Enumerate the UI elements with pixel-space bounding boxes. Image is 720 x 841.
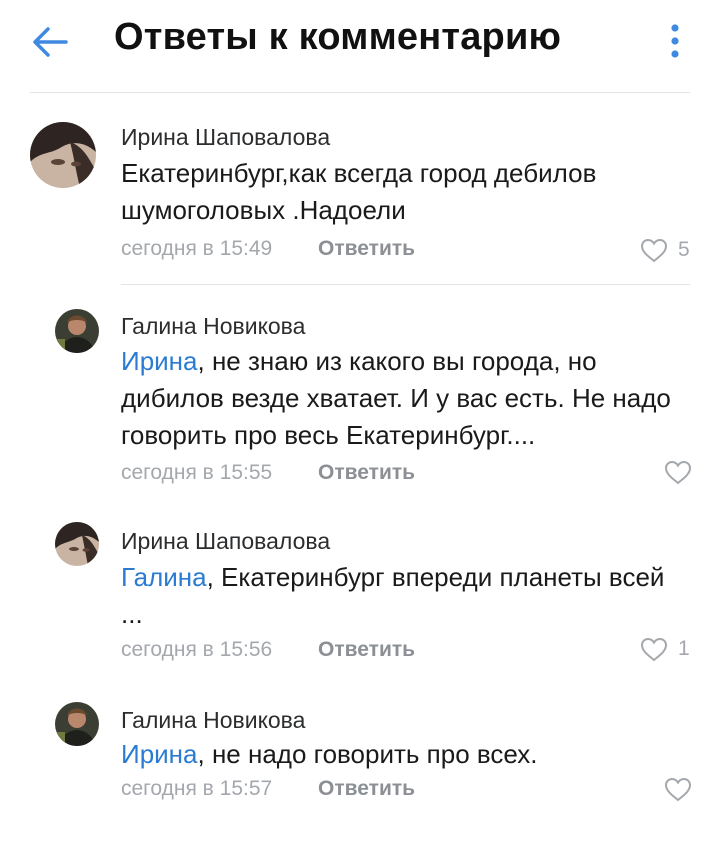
- comment-text: Екатеринбург,как всегда город дебилов шу…: [121, 155, 681, 229]
- avatar[interactable]: [30, 122, 96, 188]
- comment-body: Екатеринбург,как всегда город дебилов шу…: [121, 158, 597, 225]
- reply-button[interactable]: Ответить: [318, 777, 415, 801]
- comment-body: , не знаю из какого вы города, но дибило…: [121, 346, 671, 450]
- heart-icon: [664, 777, 692, 802]
- comment-text: Ирина, не надо говорить про всех.: [121, 736, 681, 773]
- like-button[interactable]: [664, 458, 720, 488]
- heart-icon: [664, 460, 692, 485]
- comment-author[interactable]: Галина Новикова: [121, 313, 305, 340]
- avatar[interactable]: [55, 309, 99, 353]
- mention-link[interactable]: Галина: [121, 562, 207, 592]
- reply-button[interactable]: Ответить: [318, 237, 415, 261]
- heart-icon: [640, 238, 668, 263]
- more-menu-button[interactable]: [664, 18, 686, 64]
- page-title: Ответы к комментарию: [114, 16, 562, 58]
- mention-link[interactable]: Ирина: [121, 739, 198, 769]
- like-count: 1: [678, 637, 690, 660]
- comment-author[interactable]: Ирина Шаповалова: [121, 528, 330, 555]
- avatar[interactable]: [55, 522, 99, 566]
- header-divider: [30, 92, 690, 93]
- comment-text: Ирина, не знаю из какого вы города, но д…: [121, 343, 681, 454]
- heart-icon: [640, 637, 668, 662]
- like-button[interactable]: [664, 775, 720, 805]
- like-button[interactable]: 5: [640, 236, 700, 266]
- comment-body: , не надо говорить про всех.: [197, 739, 538, 769]
- arrow-left-icon: [33, 27, 68, 57]
- comment-time: сегодня в 15:49: [121, 237, 273, 260]
- reply-button[interactable]: Ответить: [318, 461, 415, 485]
- comment-text: Галина, Екатеринбург впереди планеты все…: [121, 559, 681, 633]
- reply-button[interactable]: Ответить: [318, 638, 415, 662]
- comment-author[interactable]: Галина Новикова: [121, 707, 305, 734]
- comment-divider: [121, 284, 690, 285]
- comment-author[interactable]: Ирина Шаповалова: [121, 124, 330, 151]
- like-button[interactable]: 1: [640, 635, 700, 665]
- comment-time: сегодня в 15:56: [121, 638, 273, 661]
- kebab-menu-icon: [671, 24, 679, 58]
- back-button[interactable]: [28, 22, 72, 62]
- comment-time: сегодня в 15:57: [121, 777, 273, 800]
- header: Ответы к комментарию: [0, 0, 720, 92]
- comment-time: сегодня в 15:55: [121, 461, 273, 484]
- avatar[interactable]: [55, 702, 99, 746]
- mention-link[interactable]: Ирина: [121, 346, 198, 376]
- like-count: 5: [678, 238, 690, 261]
